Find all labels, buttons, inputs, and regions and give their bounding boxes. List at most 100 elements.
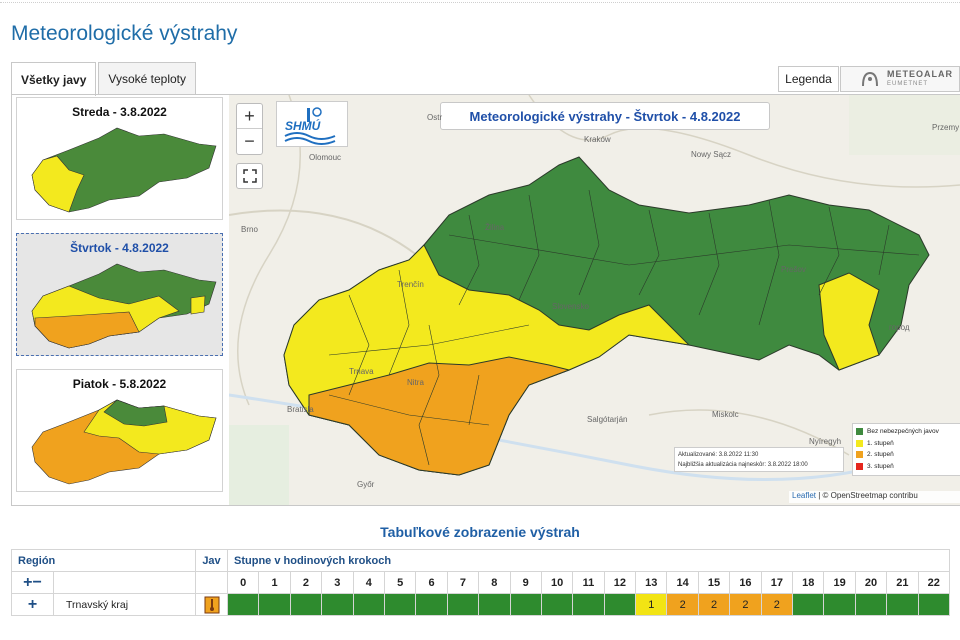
- hour-header: 3: [321, 571, 354, 594]
- city-label: Nitra: [407, 378, 424, 387]
- osm-attribution: | © OpenStreetmap contribu: [816, 491, 918, 500]
- level-cell[interactable]: [258, 593, 291, 616]
- tab-high-temperatures[interactable]: Vysoké teploty: [98, 62, 196, 95]
- city-label: Trenčín: [397, 280, 424, 289]
- level-cell[interactable]: [886, 593, 919, 616]
- city-label: Bratisla: [287, 405, 314, 414]
- level-cell[interactable]: [917, 593, 950, 616]
- city-label: Nowy Sącz: [691, 150, 732, 159]
- level-cell[interactable]: [792, 593, 825, 616]
- slovakia-mini-map: [31, 127, 217, 213]
- leaflet-link[interactable]: Leaflet: [792, 491, 816, 500]
- city-label: Slovensko: [552, 302, 589, 311]
- hour-header: 0: [226, 571, 260, 594]
- hour-header: 12: [603, 571, 637, 594]
- city-label: Prešov: [781, 265, 806, 274]
- level-cell[interactable]: [289, 593, 323, 616]
- level-cell[interactable]: 2: [697, 593, 731, 616]
- slovakia-mini-map: [31, 263, 217, 349]
- level-cell[interactable]: 2: [760, 593, 794, 616]
- tab-all-phenomena[interactable]: Všetky javy: [11, 62, 97, 96]
- level-cell[interactable]: [540, 593, 574, 616]
- fullscreen-icon: [242, 169, 257, 183]
- thermometer-icon[interactable]: [204, 596, 220, 614]
- city-label: Brno: [241, 225, 258, 234]
- zoom-control: + −: [236, 103, 263, 155]
- legend-label: 3. stupeň: [867, 462, 894, 470]
- hour-header: 17: [760, 571, 794, 594]
- level-cell[interactable]: [226, 593, 260, 616]
- warning-table: Región Jav Stupne v hodinových krokoch +…: [11, 549, 950, 616]
- fullscreen-button[interactable]: [236, 163, 263, 189]
- hour-header: 20: [854, 571, 888, 594]
- legend-button[interactable]: Legenda: [778, 66, 839, 92]
- day-thumb-wednesday[interactable]: Streda - 3.8.2022: [16, 97, 223, 220]
- hour-header: 8: [478, 571, 511, 594]
- warning-map[interactable]: + − SHMÚ Meteorologické výstrahy - Štvrt…: [229, 95, 960, 505]
- slovakia-mini-map: [31, 399, 217, 485]
- day-thumb-thursday[interactable]: Štvrtok - 4.8.2022: [16, 233, 223, 356]
- level-cell[interactable]: [509, 593, 542, 616]
- table-header-row: Región Jav Stupne v hodinových krokoch: [11, 549, 950, 572]
- hour-header: 15: [697, 571, 731, 594]
- legend-swatch: [856, 439, 863, 447]
- hour-header: 5: [383, 571, 417, 594]
- level-cell[interactable]: 1: [635, 593, 668, 616]
- empty-cell: [195, 571, 228, 594]
- city-label: Žilina: [485, 223, 505, 232]
- day-thumb-title: Piatok - 5.8.2022: [72, 377, 167, 391]
- level-cell[interactable]: 2: [666, 593, 699, 616]
- page-title: Meteorologické výstrahy: [11, 22, 238, 45]
- city-label: Győr: [357, 480, 375, 489]
- hour-header: 22: [917, 571, 950, 594]
- day-thumb-friday[interactable]: Piatok - 5.8.2022: [16, 369, 223, 492]
- city-label: Przemy: [932, 123, 960, 132]
- hour-header: 11: [572, 571, 605, 594]
- level-cell[interactable]: [383, 593, 417, 616]
- hour-header: 9: [509, 571, 542, 594]
- city-label: Nyíregyh: [809, 437, 842, 446]
- hour-header: 16: [729, 571, 762, 594]
- level-cell[interactable]: [478, 593, 511, 616]
- city-label: Miskolc: [712, 410, 739, 419]
- zoom-out-button[interactable]: −: [237, 129, 262, 154]
- level-cell[interactable]: [572, 593, 605, 616]
- city-label: Ostr: [427, 113, 443, 122]
- legend-swatch: [856, 451, 863, 459]
- level-cell[interactable]: [321, 593, 354, 616]
- meteoalarm-title: METEOALAR: [887, 69, 953, 79]
- map-attribution: Leaflet | © OpenStreetmap contribu: [789, 491, 960, 503]
- meteoalarm-subtitle: EUMETNET: [887, 81, 928, 87]
- level-cell[interactable]: [352, 593, 385, 616]
- table-row: + Trnavský kraj 12222: [11, 593, 950, 616]
- map-title: Meteorologické výstrahy - Štvrtok - 4.8.…: [440, 102, 770, 130]
- meteoalarm-link[interactable]: METEOALAR EUMETNET: [840, 66, 960, 92]
- shmu-logo[interactable]: SHMÚ: [276, 101, 348, 147]
- hour-header: 1: [258, 571, 291, 594]
- hour-header: 14: [666, 571, 699, 594]
- expand-all-button[interactable]: +−: [11, 571, 54, 594]
- legend-label: 1. stupeň: [867, 439, 894, 447]
- shmu-logo-text: SHMÚ: [285, 119, 321, 133]
- meteoalarm-icon: [862, 71, 878, 87]
- legend-item: 3. stupeň: [856, 461, 958, 473]
- hour-header: 6: [415, 571, 448, 594]
- zoom-in-button[interactable]: +: [237, 104, 262, 129]
- level-cell[interactable]: 2: [729, 593, 762, 616]
- hour-header: 2: [289, 571, 323, 594]
- city-label: Kraków: [584, 135, 611, 144]
- level-cell[interactable]: [446, 593, 480, 616]
- legend-item: 1. stupeň: [856, 438, 958, 450]
- level-cell[interactable]: [854, 593, 888, 616]
- hour-header: 10: [540, 571, 574, 594]
- level-cell[interactable]: [823, 593, 856, 616]
- hour-header: 18: [792, 571, 825, 594]
- level-cell[interactable]: [415, 593, 448, 616]
- tab-bar: Všetky javy Vysoké teploty: [11, 62, 198, 96]
- level-cell[interactable]: [603, 593, 637, 616]
- next-update-text: Najbližšia aktualizácia najneskôr: 3.8.2…: [678, 462, 808, 468]
- expand-row-button[interactable]: +: [11, 593, 54, 616]
- legend-label: Bez nebezpečných javov: [867, 428, 939, 436]
- hour-header: 4: [352, 571, 385, 594]
- hour-header: 21: [886, 571, 919, 594]
